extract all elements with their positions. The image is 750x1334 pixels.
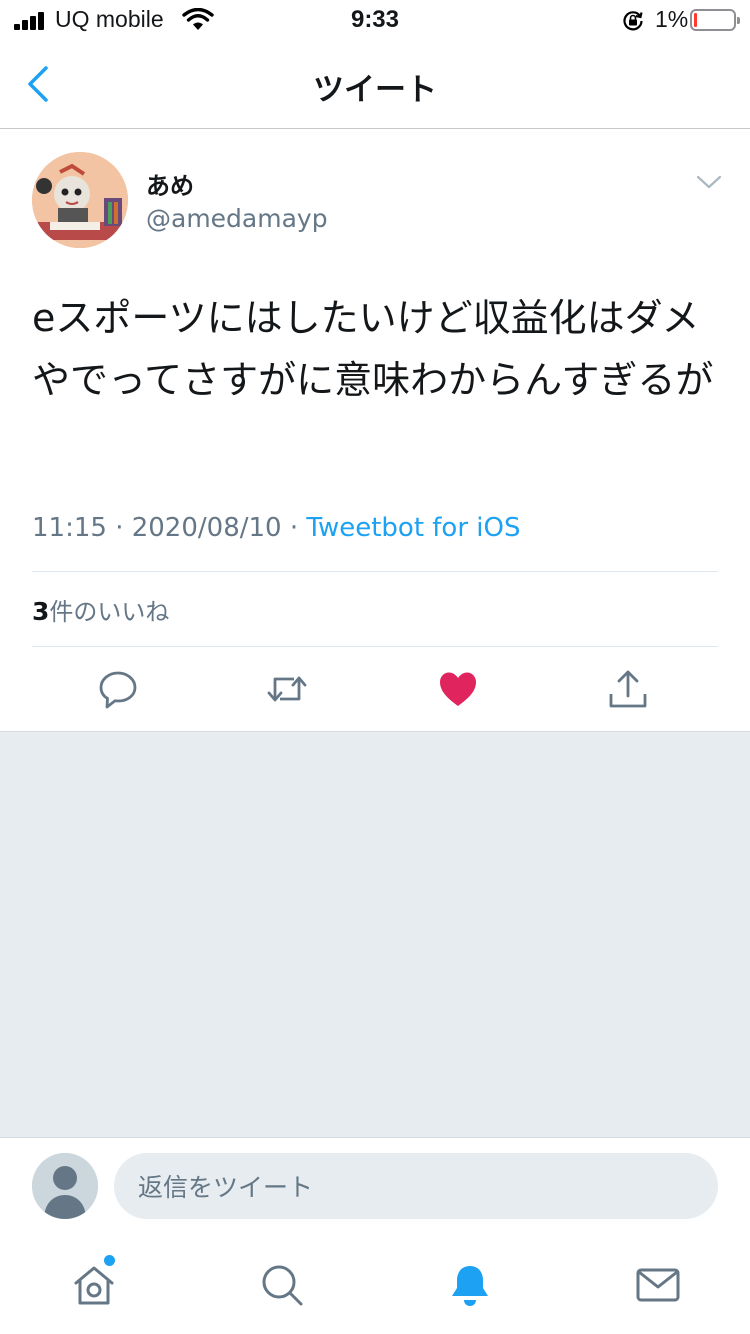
likes-count[interactable]: 3件のいいね	[32, 592, 169, 627]
search-icon[interactable]	[259, 1262, 305, 1308]
battery-icon	[690, 9, 740, 31]
navigation-bar: ツイート	[0, 40, 750, 129]
reply-input[interactable]: 返信をツイート	[114, 1153, 718, 1219]
avatar-illustration-icon	[32, 152, 128, 248]
like-count-number: 3	[32, 597, 50, 626]
share-icon[interactable]	[607, 668, 649, 710]
reply-icon[interactable]	[97, 668, 139, 710]
retweet-icon[interactable]	[266, 668, 308, 710]
status-bar: UQ mobile 9:33 1%	[0, 0, 750, 40]
notifications-bell-icon[interactable]	[447, 1262, 493, 1308]
chevron-down-icon[interactable]	[694, 172, 724, 192]
current-user-avatar[interactable]	[32, 1153, 98, 1219]
tweet-text: eスポーツにはしたいけど収益化はダメやでってさすがに意味わからんすぎるが	[32, 296, 714, 402]
divider	[32, 646, 718, 647]
battery-percentage: 1%	[655, 6, 689, 32]
like-heart-icon[interactable]	[437, 668, 479, 710]
tweet-timestamp: 11:15 · 2020/08/10 ·	[32, 513, 307, 543]
empty-replies-area	[0, 731, 750, 1137]
home-icon[interactable]	[71, 1262, 117, 1308]
tweet-source-link[interactable]: Tweetbot for iOS	[306, 513, 520, 543]
home-notification-dot	[104, 1255, 115, 1266]
messages-icon[interactable]	[635, 1262, 681, 1308]
orientation-lock-icon	[623, 11, 643, 31]
page-title: ツイート	[313, 72, 437, 108]
tweet-metadata: 11:15 · 2020/08/10 · Tweetbot for iOS	[32, 513, 520, 543]
like-count-label: 件のいいね	[49, 598, 170, 626]
default-avatar-icon	[32, 1153, 98, 1219]
divider	[32, 571, 718, 572]
user-avatar[interactable]	[32, 152, 128, 248]
user-handle[interactable]: @amedamayp	[146, 204, 328, 233]
user-display-name[interactable]: あめ	[146, 166, 194, 201]
